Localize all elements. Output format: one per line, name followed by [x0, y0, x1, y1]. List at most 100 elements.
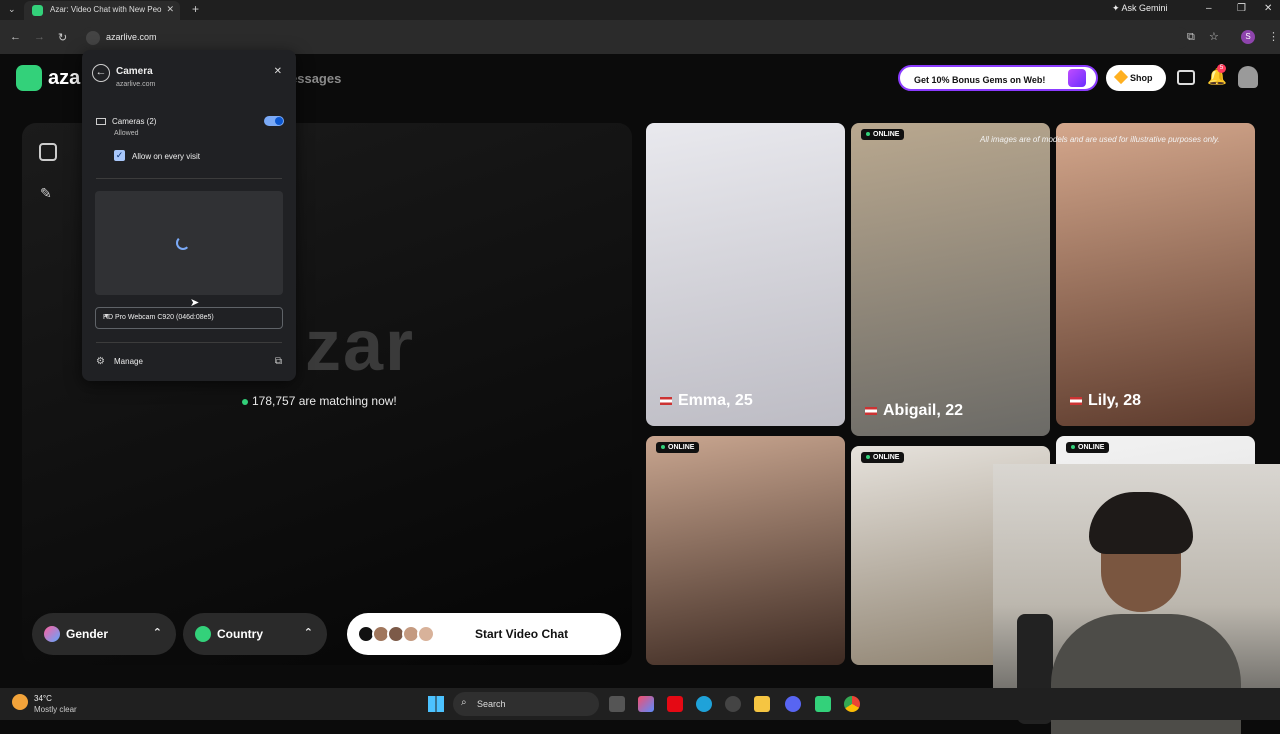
profile-name-text: Emma, 25 — [678, 392, 753, 409]
loading-spinner-icon — [176, 236, 190, 250]
expand-icon[interactable] — [39, 143, 57, 161]
matching-text: 178,757 are matching now! — [252, 394, 397, 408]
popup-close-icon[interactable]: ✕ — [274, 66, 282, 77]
permission-status: Allowed — [114, 130, 139, 137]
weather-condition: Mostly clear — [34, 705, 77, 714]
camera-icon — [96, 118, 106, 126]
camera-device-select[interactable]: HD Pro Webcam C920 (046d:08e5) ▼ — [95, 307, 283, 329]
app-icon[interactable] — [815, 696, 831, 712]
gender-icon — [44, 626, 60, 642]
gift-icon — [1068, 69, 1086, 87]
window-close-icon[interactable]: ✕ — [1264, 3, 1272, 14]
minimize-icon[interactable]: – — [1206, 3, 1212, 14]
country-label: Country — [217, 627, 263, 641]
bonus-label: Get 10% Bonus Gems on Web! — [914, 75, 1046, 85]
camera-toggle[interactable] — [264, 116, 284, 126]
maximize-icon[interactable]: ❐ — [1237, 3, 1246, 14]
profile-name: Lily, 28 — [1070, 392, 1141, 410]
camera-permission-row: Cameras (2) — [96, 117, 156, 126]
address-bar[interactable] — [80, 27, 1190, 49]
us-flag-icon — [1070, 396, 1082, 405]
globe-icon — [195, 626, 211, 642]
azar-logo-icon[interactable] — [16, 65, 42, 91]
person-hair — [1089, 492, 1193, 554]
forward-icon[interactable]: → — [34, 31, 45, 43]
profile-card[interactable]: ONLINE Abigail, 22 — [851, 123, 1050, 436]
us-flag-icon — [660, 396, 672, 405]
url-text: azarlive.com — [106, 32, 157, 42]
taskbar-search[interactable] — [453, 692, 599, 716]
tab-close-icon[interactable]: ✕ — [166, 4, 174, 15]
gear-icon: ⚙ — [96, 356, 105, 367]
install-app-icon[interactable]: ⧉ — [1187, 31, 1195, 44]
profile-name: Emma, 25 — [660, 392, 753, 410]
dropdown-arrow-icon: ▼ — [103, 313, 110, 320]
profile-name-text: Abigail, 22 — [883, 402, 964, 419]
external-link-icon[interactable]: ⧉ — [275, 356, 282, 367]
tab-title: Azar: Video Chat with New People — [50, 5, 162, 14]
popup-site: azarlive.com — [116, 81, 156, 88]
weather-temp: 34°C — [34, 694, 52, 703]
country-filter[interactable]: Country ⌃ — [183, 613, 327, 655]
inbox-icon[interactable] — [1177, 70, 1195, 85]
manage-link[interactable]: Manage — [114, 357, 143, 366]
camera-permission-popup: ← Camera azarlive.com ✕ Cameras (2) Allo… — [82, 50, 296, 381]
windows-start-icon[interactable] — [428, 696, 444, 712]
search-icon: ⌕ — [461, 697, 467, 708]
gender-label: Gender — [66, 627, 109, 641]
discord-icon[interactable] — [785, 696, 801, 712]
task-view-icon[interactable] — [609, 696, 625, 712]
reload-icon[interactable]: ↻ — [58, 31, 67, 44]
illustrative-notice: All images are of models and are used fo… — [980, 135, 1220, 144]
allow-every-visit-label: Allow on every visit — [132, 152, 201, 161]
divider — [96, 178, 282, 179]
browser-tab[interactable]: Azar: Video Chat with New People ✕ — [24, 1, 180, 20]
profile-name-text: Lily, 28 — [1088, 392, 1142, 409]
site-info-icon[interactable] — [86, 31, 100, 45]
search-label: Search — [477, 699, 506, 709]
ask-gemini-label: Ask Gemini — [1121, 3, 1168, 13]
profile-card[interactable]: ONLINE — [646, 436, 845, 665]
popup-title: Camera — [116, 66, 153, 77]
nav-messages[interactable]: essages — [290, 71, 341, 86]
online-badge: ONLINE — [861, 452, 905, 463]
webcam-overlay — [993, 464, 1280, 734]
user-avatar-icon[interactable] — [1238, 66, 1258, 88]
browser-menu-icon[interactable]: ⋮ — [1268, 30, 1279, 43]
online-badge: ONLINE — [656, 442, 700, 453]
file-explorer-icon[interactable] — [754, 696, 770, 712]
azar-favicon-icon — [32, 5, 43, 16]
avatar — [417, 625, 435, 643]
copilot-icon[interactable] — [638, 696, 654, 712]
allow-every-visit-checkbox[interactable]: ✓ — [114, 150, 125, 161]
magic-wand-icon[interactable]: ✎ — [40, 185, 52, 202]
weather-icon[interactable] — [12, 694, 28, 710]
back-icon[interactable]: ← — [10, 31, 21, 43]
chrome-icon[interactable] — [844, 696, 860, 712]
divider — [96, 342, 282, 343]
online-dot-icon — [242, 398, 248, 405]
bookmark-star-icon[interactable]: ☆ — [1209, 30, 1219, 43]
edge-icon[interactable] — [696, 696, 712, 712]
profile-name: Abigail, 22 — [865, 402, 963, 420]
profile-card[interactable]: Emma, 25 — [646, 123, 845, 426]
tab-search-icon[interactable]: ⌄ — [8, 4, 16, 15]
profile-avatar[interactable]: S — [1241, 30, 1255, 44]
profile-card[interactable]: Lily, 28 — [1056, 123, 1255, 426]
new-tab-button[interactable]: + — [192, 2, 199, 16]
gender-filter[interactable]: Gender ⌃ — [32, 613, 176, 655]
notification-badge: 5 — [1217, 64, 1226, 73]
ask-gemini-button[interactable]: ✦ Ask Gemini — [1112, 3, 1168, 14]
cameras-label: Cameras (2) — [112, 117, 157, 126]
chatgpt-icon[interactable] — [725, 696, 741, 712]
netflix-icon[interactable] — [667, 696, 683, 712]
logo-text: aza — [48, 67, 81, 89]
chevron-up-icon: ⌃ — [152, 627, 162, 639]
online-badge: ONLINE — [1066, 442, 1110, 453]
matching-status: 178,757 are matching now! — [242, 394, 397, 408]
chevron-up-icon: ⌃ — [303, 627, 313, 639]
mouse-cursor-icon: ➤ — [190, 297, 200, 309]
back-arrow-icon[interactable]: ← — [92, 64, 110, 82]
start-video-chat-label: Start Video Chat — [475, 627, 569, 641]
online-badge: ONLINE — [861, 129, 905, 140]
